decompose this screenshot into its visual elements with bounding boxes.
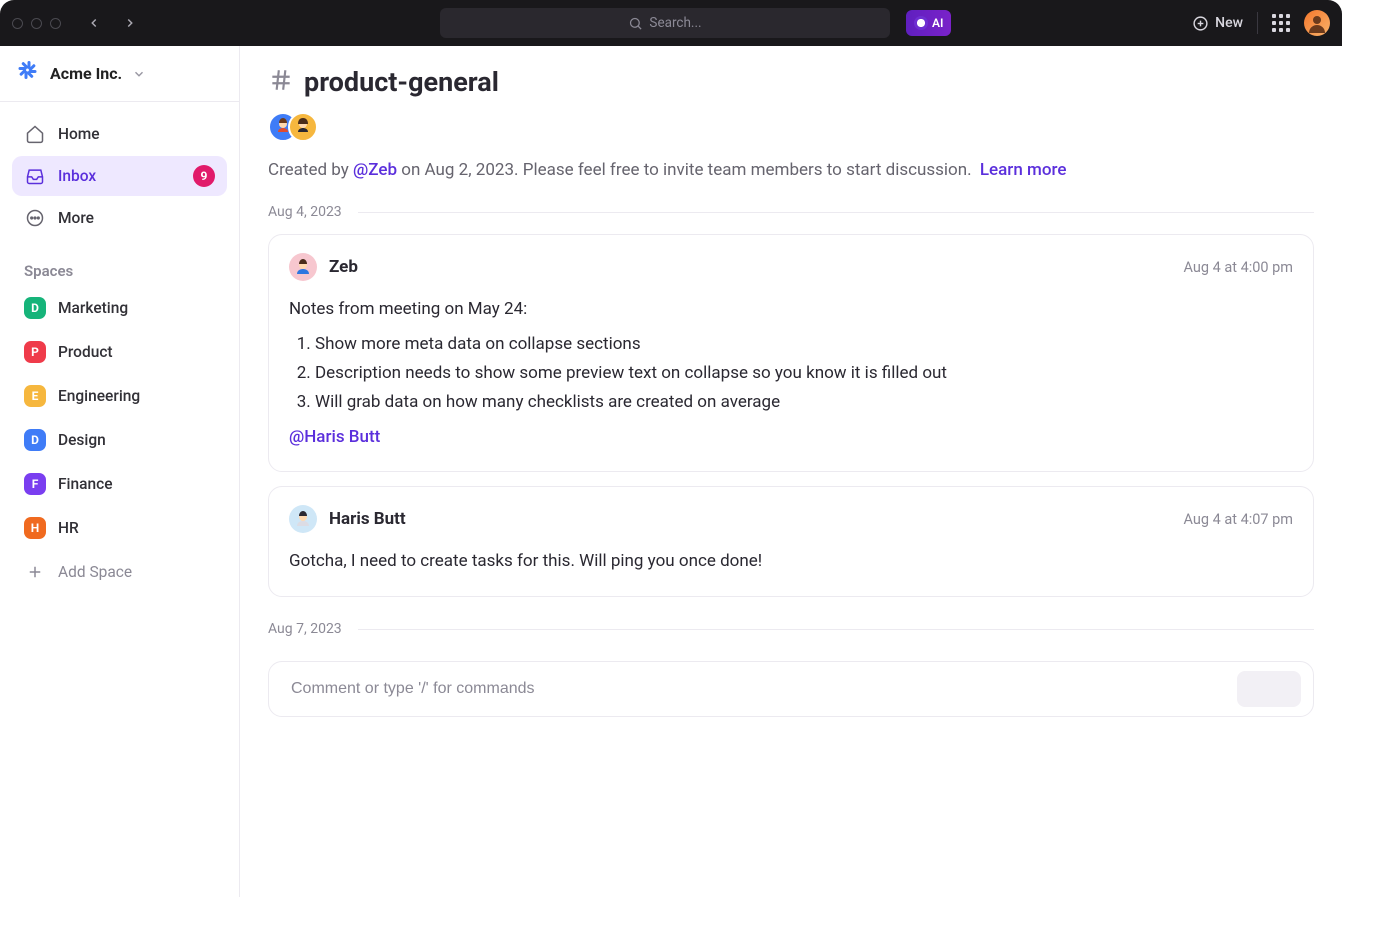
space-name: Engineering: [58, 387, 140, 405]
close-window[interactable]: [12, 18, 23, 29]
home-icon: [24, 123, 46, 145]
plus-circle-icon: [1192, 15, 1209, 32]
ai-label: AI: [932, 16, 943, 30]
ai-icon: [914, 16, 928, 30]
nav-label: More: [58, 209, 94, 227]
message-time: Aug 4 at 4:07 pm: [1183, 511, 1293, 528]
date-divider: Aug 7, 2023: [268, 621, 1314, 637]
member-avatar: [288, 112, 318, 142]
nav-more[interactable]: More: [12, 198, 227, 238]
more-icon: [24, 207, 46, 229]
send-button[interactable]: [1237, 671, 1301, 707]
workspace-switcher[interactable]: Acme Inc.: [0, 46, 239, 102]
new-button[interactable]: New: [1192, 15, 1243, 32]
plus-icon: [24, 561, 46, 583]
nav-home[interactable]: Home: [12, 114, 227, 154]
workspace-name: Acme Inc.: [50, 64, 122, 83]
message-text: Gotcha, I need to create tasks for this.…: [289, 547, 1293, 576]
channel-title: product-general: [304, 66, 499, 98]
workspace-logo-icon: [18, 63, 40, 85]
maximize-window[interactable]: [50, 18, 61, 29]
date-divider: Aug 4, 2023: [268, 204, 1314, 220]
learn-more-link[interactable]: Learn more: [980, 160, 1067, 180]
space-icon: D: [24, 429, 46, 451]
channel-members[interactable]: [268, 112, 1314, 142]
composer[interactable]: [268, 661, 1314, 717]
message-text: Notes from meeting on May 24:: [289, 295, 1293, 324]
message-time: Aug 4 at 4:00 pm: [1183, 259, 1293, 276]
main-content: product-general Created by @Zeb on Aug 2…: [240, 46, 1342, 897]
new-label: New: [1215, 15, 1243, 31]
message-list-item: Will grab data on how many checklists ar…: [315, 388, 1293, 417]
search-icon: [628, 16, 643, 31]
space-item-design[interactable]: D Design: [12, 420, 227, 460]
message-list-item: Description needs to show some preview t…: [315, 359, 1293, 388]
message-card[interactable]: Haris Butt Aug 4 at 4:07 pm Gotcha, I ne…: [268, 486, 1314, 597]
add-space-button[interactable]: Add Space: [12, 552, 227, 592]
date-label: Aug 7, 2023: [268, 621, 342, 637]
space-name: Finance: [58, 475, 113, 493]
nav-label: Inbox: [58, 167, 96, 185]
inbox-badge: 9: [193, 165, 215, 187]
date-label: Aug 4, 2023: [268, 204, 342, 220]
message-list-item: Show more meta data on collapse sections: [315, 330, 1293, 359]
space-icon: E: [24, 385, 46, 407]
inbox-icon: [24, 165, 46, 187]
search-placeholder: Search...: [649, 15, 701, 31]
space-item-hr[interactable]: H HR: [12, 508, 227, 548]
ai-button[interactable]: AI: [906, 10, 951, 36]
author-name: Zeb: [329, 257, 358, 277]
creator-mention[interactable]: @Zeb: [353, 160, 397, 180]
minimize-window[interactable]: [31, 18, 42, 29]
author-avatar: [289, 505, 317, 533]
space-name: Marketing: [58, 299, 128, 317]
author-name: Haris Butt: [329, 509, 406, 529]
user-avatar[interactable]: [1304, 10, 1330, 36]
titlebar: Search... AI New: [0, 0, 1342, 46]
space-item-engineering[interactable]: E Engineering: [12, 376, 227, 416]
author-avatar: [289, 253, 317, 281]
space-item-marketing[interactable]: D Marketing: [12, 288, 227, 328]
user-mention[interactable]: @Haris Butt: [289, 423, 1293, 452]
space-item-product[interactable]: P Product: [12, 332, 227, 372]
separator: [1257, 12, 1258, 34]
nav-forward-button[interactable]: [116, 9, 144, 37]
spaces-section-label: Spaces: [0, 244, 239, 288]
message-card[interactable]: Zeb Aug 4 at 4:00 pm Notes from meeting …: [268, 234, 1314, 472]
window-controls: [12, 18, 72, 29]
search-input[interactable]: Search...: [440, 8, 890, 38]
chevron-down-icon: [132, 67, 146, 81]
space-icon: H: [24, 517, 46, 539]
nav-label: Home: [58, 125, 100, 143]
hash-icon: [268, 67, 294, 97]
space-name: Product: [58, 343, 113, 361]
sidebar: Acme Inc. Home Inbox 9: [0, 46, 240, 897]
space-item-finance[interactable]: F Finance: [12, 464, 227, 504]
add-space-label: Add Space: [58, 563, 132, 581]
app-grid-button[interactable]: [1272, 14, 1290, 32]
space-icon: F: [24, 473, 46, 495]
nav-inbox[interactable]: Inbox 9: [12, 156, 227, 196]
space-icon: D: [24, 297, 46, 319]
composer-input[interactable]: [291, 680, 1225, 698]
space-name: HR: [58, 519, 79, 537]
channel-description: Created by @Zeb on Aug 2, 2023. Please f…: [268, 160, 1314, 180]
space-icon: P: [24, 341, 46, 363]
space-name: Design: [58, 431, 106, 449]
nav-back-button[interactable]: [80, 9, 108, 37]
